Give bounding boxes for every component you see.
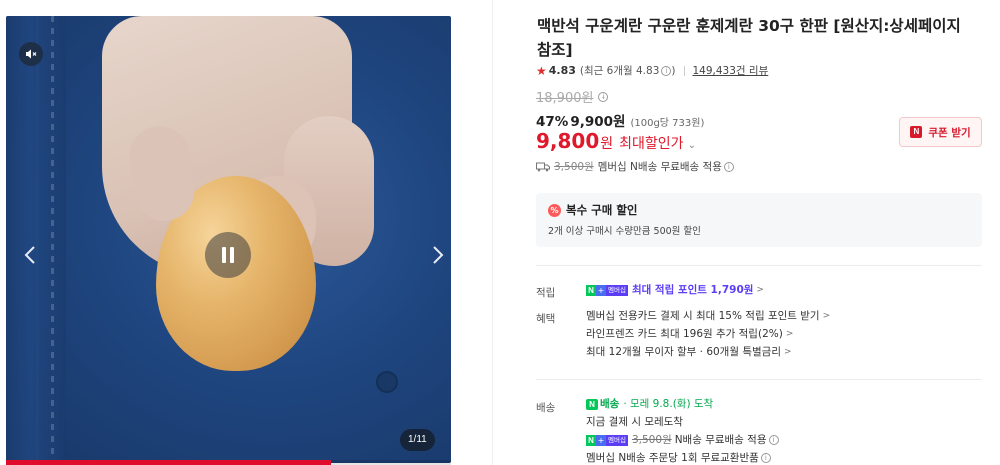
delivery-free-text: N배송 무료배송 적용: [674, 434, 767, 446]
points-label: 적립: [536, 287, 556, 299]
prev-image-button[interactable]: [16, 238, 44, 272]
coupon-button[interactable]: N 쿠폰 받기: [899, 117, 982, 147]
info-icon[interactable]: i: [661, 65, 672, 76]
sale-price: 9,900원: [570, 114, 626, 130]
delivery-return-text: 멤버십 N배송 주문당 1회 무료교환반품: [586, 452, 759, 464]
chevron-right-icon: [433, 246, 444, 264]
review-count-link[interactable]: 149,433건 리뷰: [693, 63, 769, 78]
benefits-label: 혜택: [536, 313, 556, 325]
info-icon[interactable]: i: [760, 453, 771, 463]
chevron-right-icon: >: [822, 311, 831, 321]
star-icon: ★: [536, 63, 547, 78]
product-video[interactable]: 1/11: [6, 16, 451, 463]
delivery-label: 배송: [536, 402, 556, 414]
delivery-return-line: 멤버십 N배송 주문당 1회 무료교환반품 i: [586, 449, 779, 465]
sale-price-row: 47% 9,900원 (100g당 733원): [536, 110, 704, 130]
benefit-item[interactable]: 멤버십 전용카드 결제 시 최대 15% 적립 포인트 받기 >: [586, 307, 830, 325]
points-line[interactable]: N + 멤버십 최대 적립 포인트 1,790원 >: [586, 281, 764, 299]
naver-n-icon: N: [910, 126, 923, 138]
membership-tag: 멤버십: [606, 434, 628, 446]
bulk-discount-desc: 2개 이상 구매시 수량만큼 500원 할인: [548, 226, 701, 237]
pause-button[interactable]: [205, 232, 251, 278]
section-divider: [536, 379, 982, 380]
section-divider: [536, 265, 982, 266]
mute-icon: [26, 49, 37, 59]
info-icon[interactable]: i: [723, 161, 734, 172]
recent-rating: (최근 6개월 4.83: [579, 65, 660, 77]
delivery-note: 지금 결제 시 모레도착: [586, 416, 683, 428]
plus-icon: +: [596, 284, 606, 296]
membership-tag: 멤버십: [606, 284, 628, 296]
max-price-won: 원: [600, 136, 614, 152]
truck-icon: [536, 162, 550, 171]
benefit-item[interactable]: 라인프렌즈 카드 최대 196원 추가 적립(2%) >: [586, 325, 830, 343]
column-divider: [492, 0, 493, 465]
discount-percent: 47%: [536, 114, 569, 130]
image-counter: 1/11: [400, 429, 435, 451]
chevron-right-icon: >: [756, 285, 764, 295]
percent-icon: %: [548, 203, 561, 217]
product-title: 맥반석 구운계란 구운란 훈제계란 30구 한판 [원산지:상세페이지 참조]: [537, 17, 961, 59]
fabric-stitch: [51, 16, 54, 463]
shipping-text: 멤버십 N배송 무료배송 적용: [597, 161, 722, 173]
original-price: 18,900원: [536, 91, 594, 106]
delivery-badge-label: 배송: [600, 398, 620, 410]
benefit-item[interactable]: 최대 12개월 무이자 할부 · 60개월 특별금리 >: [586, 343, 830, 361]
mute-button[interactable]: [19, 42, 43, 66]
bulk-discount-title: 복수 구매 할인: [566, 203, 638, 217]
delivery-eta-line: N 배송 · 모레 9.8.(화) 도착: [586, 395, 779, 413]
benefit-text: 최대 12개월 무이자 할부 · 60개월 특별금리: [586, 346, 781, 358]
shipping-original-fee: 3,500원: [554, 161, 594, 173]
unit-price: (100g당 733원): [630, 118, 705, 129]
delivery-eta: · 모레 9.8.(화) 도착: [623, 398, 714, 410]
bulk-discount-box: % 복수 구매 할인 2개 이상 구매시 수량만큼 500원 할인: [536, 193, 982, 247]
video-progress-bar[interactable]: [6, 460, 451, 465]
info-icon[interactable]: i: [598, 91, 609, 102]
chevron-down-icon: ⌄: [687, 140, 696, 151]
bulk-discount-title-row: % 복수 구매 할인: [548, 202, 970, 218]
chevron-right-icon: >: [784, 347, 792, 357]
fabric-button: [376, 371, 398, 393]
shipping-row: 3,500원 멤버십 N배송 무료배송 적용 i: [536, 159, 734, 174]
coupon-label: 쿠폰 받기: [928, 126, 971, 139]
naver-n-icon: N: [586, 284, 596, 296]
npay-membership-badge: N + 멤버십: [586, 434, 628, 446]
delivery-free-line: N + 멤버십 3,500원 N배송 무료배송 적용 i: [586, 431, 779, 449]
pause-icon: [222, 247, 234, 263]
rating-row: ★ 4.83 (최근 6개월 4.83 i ) 149,433건 리뷰: [536, 63, 768, 78]
original-price-row: 18,900원 i: [536, 87, 609, 106]
max-discount-label: 최대할인가: [619, 136, 684, 152]
npay-membership-badge: N + 멤버십: [586, 284, 628, 296]
delivery-body: N 배송 · 모레 9.8.(화) 도착 지금 결제 시 모레도착 N + 멤버십 …: [586, 395, 779, 465]
benefits-body: 멤버십 전용카드 결제 시 최대 15% 적립 포인트 받기 > 라인프렌즈 카드…: [586, 307, 830, 361]
info-icon[interactable]: i: [768, 435, 779, 445]
max-points-text: 최대 적립 포인트 1,790원: [631, 284, 754, 296]
max-discount-row[interactable]: 9,800 원 최대할인가 ⌄: [536, 129, 696, 153]
rating-score: 4.83: [548, 64, 576, 77]
naver-n-icon: N: [586, 398, 598, 410]
max-price: 9,800: [536, 129, 600, 153]
plus-icon: +: [596, 434, 606, 446]
benefit-text: 멤버십 전용카드 결제 시 최대 15% 적립 포인트 받기: [586, 310, 820, 322]
naver-n-icon: N: [586, 434, 596, 446]
benefit-text: 라인프렌즈 카드 최대 196원 추가 적립(2%): [586, 328, 783, 340]
separator: [683, 65, 685, 76]
next-image-button[interactable]: [424, 238, 451, 272]
delivery-original-fee: 3,500원: [631, 434, 672, 446]
n-delivery-badge: N 배송: [586, 395, 619, 413]
recent-rating-close: ): [671, 64, 676, 77]
chevron-left-icon: [24, 246, 35, 264]
chevron-right-icon: >: [785, 329, 794, 339]
points-body: N + 멤버십 최대 적립 포인트 1,790원 >: [586, 281, 764, 299]
video-progress-fill: [6, 460, 331, 465]
